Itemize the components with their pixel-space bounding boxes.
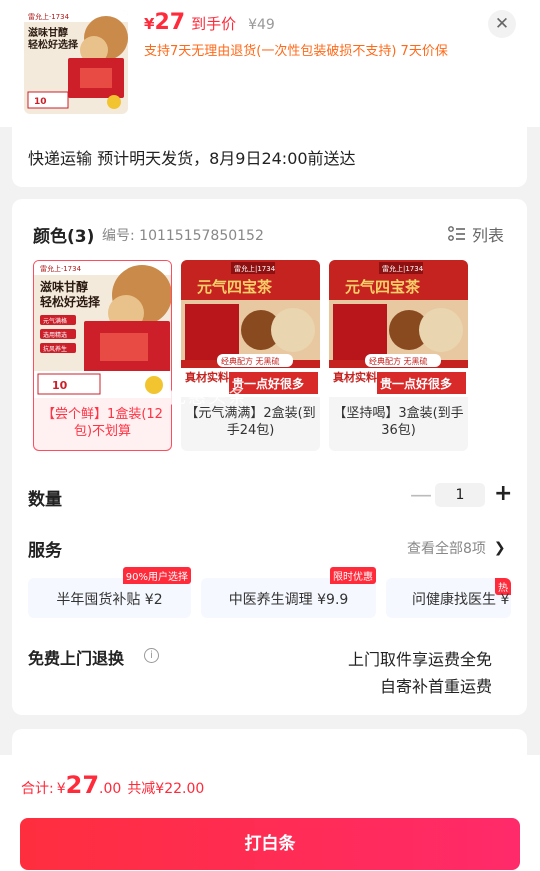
close-icon: ✕: [494, 14, 510, 34]
original-price: ¥49: [248, 17, 275, 33]
price-line: ¥27 到手价 ¥49: [144, 10, 275, 36]
variant-label-3: 【坚持喝】3盒装(到手36包): [333, 406, 464, 438]
svg-text:10: 10: [52, 379, 68, 392]
service-label: 服务: [28, 541, 62, 561]
quantity-increase-button[interactable]: +: [494, 481, 512, 506]
variant-label-1: 【尝个鲜】1盒装(12包)不划算: [42, 407, 163, 439]
svg-text:轻松好选择: 轻松好选择: [40, 294, 101, 309]
svg-text:雷允上·1734: 雷允上·1734: [40, 264, 82, 273]
svg-text:10: 10: [34, 97, 47, 107]
service-chip-1[interactable]: 90%用户选择 半年囤货补贴 ¥2: [28, 567, 191, 618]
svg-text:贵一点好很多: 贵一点好很多: [380, 376, 452, 391]
svg-text:选用精选: 选用精选: [43, 331, 67, 339]
quantity-decrease-button[interactable]: —: [410, 483, 432, 508]
quantity-input[interactable]: 1: [435, 483, 485, 507]
svg-text:真材实料: 真材实料: [333, 370, 377, 384]
free-return-label: 免费上门退换: [28, 649, 125, 668]
service-chip-2[interactable]: 限时优惠 中医养生调理 ¥9.9: [201, 567, 376, 618]
svg-text:真材实料: 真材实料: [185, 370, 229, 384]
svg-text:经典配方 无黑硫: 经典配方 无黑硫: [221, 356, 280, 366]
watermark: 优惠头条: [168, 387, 248, 408]
quantity-label: 数量: [28, 490, 62, 510]
variant-image-3: 雷允上|1734 元气四宝茶 经典配方 无黑硫 真材实料 贵一点好很多: [329, 260, 468, 397]
sku-number: 编号: 10115157850152: [102, 228, 264, 244]
shipping-estimate: 快递运输 预计明天发货，8月9日24:00前送达: [28, 149, 356, 168]
variant-image-2: 雷允上|1734 元气四宝茶 经典配方 无黑硫 真材实料 贵一点好很多: [181, 260, 320, 397]
service-chip-label-2: 中医养生调理 ¥9.9: [228, 592, 349, 608]
variant-label-2: 【元气满满】2盒装(到手24包): [185, 406, 316, 438]
return-selfsend-note: 自寄补首重运费: [379, 677, 492, 696]
total-savings: 共减¥22.00: [127, 781, 205, 797]
svg-text:元气满格: 元气满格: [43, 317, 67, 325]
view-all-services-link[interactable]: 查看全部8项 ❯: [407, 538, 506, 558]
svg-text:雷允上|1734: 雷允上|1734: [382, 264, 424, 273]
service-chip-label-1: 半年囤货补贴 ¥2: [56, 592, 163, 608]
svg-text:元气四宝茶: 元气四宝茶: [345, 278, 421, 296]
service-chip-label-3: 问健康找医生 ¥: [412, 592, 510, 608]
svg-text:滋味甘醇: 滋味甘醇: [40, 279, 88, 294]
checkout-footer: 合计: ¥ 27 .00 共减¥22.00 打白条: [0, 755, 540, 871]
color-section-title: 颜色(3): [33, 227, 95, 247]
svg-text:轻松好选择: 轻松好选择: [28, 38, 79, 51]
service-badge-1: 90%用户选择: [122, 567, 191, 584]
variant-option-1[interactable]: 雷允上·1734 滋味甘醇 轻松好选择 元气满格 选用精选 抗风养生 10 【尝…: [33, 260, 172, 451]
deal-price-tag: 到手价: [191, 15, 237, 33]
pay-with-baitiao-button[interactable]: 打白条: [20, 818, 520, 870]
svg-text:雷允上|1734: 雷允上|1734: [234, 264, 276, 273]
info-icon[interactable]: i: [144, 648, 159, 663]
chevron-right-icon: ❯: [493, 540, 506, 556]
list-view-toggle[interactable]: 列表: [448, 222, 504, 246]
thumb-brand: 雷允上·1734: [28, 12, 70, 21]
svg-text:经典配方 无黑硫: 经典配方 无黑硫: [369, 356, 428, 366]
variant-option-2[interactable]: 雷允上|1734 元气四宝茶 经典配方 无黑硫 真材实料 贵一点好很多 【元气满…: [181, 260, 320, 451]
variant-option-3[interactable]: 雷允上|1734 元气四宝茶 经典配方 无黑硫 真材实料 贵一点好很多 【坚持喝…: [329, 260, 468, 451]
total-price: 合计: ¥ 27 .00 共减¥22.00: [21, 771, 205, 799]
service-chip-3[interactable]: 热 问健康找医生 ¥: [386, 578, 511, 618]
product-thumbnail: 雷允上·1734 滋味甘醇 轻松好选择 10: [24, 10, 128, 114]
svg-text:元气四宝茶: 元气四宝茶: [197, 278, 273, 296]
return-policy-note: 支持7天无理由退货(一次性包装破损不支持) 7天价保: [144, 44, 448, 59]
service-badge-2: 限时优惠: [330, 567, 376, 584]
header-bar: 雷允上·1734 滋味甘醇 轻松好选择 10 ¥27 到手价 ¥49 支持7天无…: [0, 0, 540, 127]
options-card: 颜色(3) 编号: 10115157850152 列表 雷允上·1734 滋味甘…: [12, 199, 527, 715]
list-icon: [448, 226, 465, 241]
return-pickup-note: 上门取件享运费全免: [347, 650, 492, 669]
deal-price: ¥27: [144, 10, 186, 35]
close-button[interactable]: ✕: [488, 10, 516, 38]
svg-text:抗风养生: 抗风养生: [43, 345, 67, 353]
variant-image-1: 雷允上·1734 滋味甘醇 轻松好选择 元气满格 选用精选 抗风养生 10: [34, 261, 171, 398]
svg-text:滋味甘醇: 滋味甘醇: [28, 26, 68, 39]
